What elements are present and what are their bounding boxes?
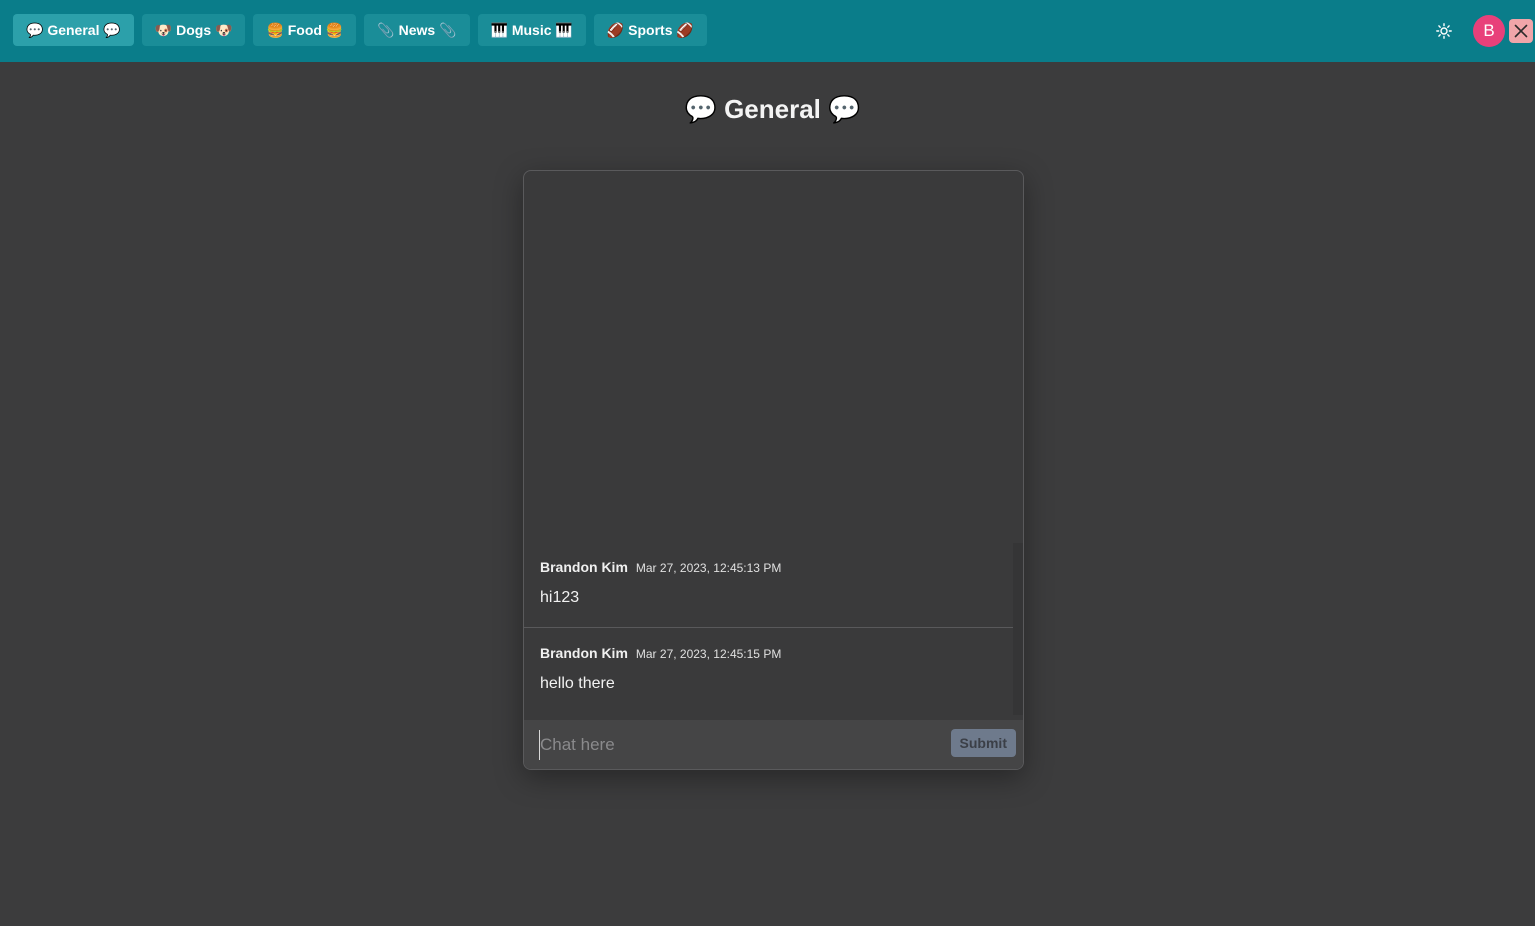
message-author: Brandon Kim bbox=[540, 559, 628, 575]
tab-sports[interactable]: 🏈 Sports 🏈 bbox=[593, 14, 707, 46]
message-timestamp: Mar 27, 2023, 12:45:13 PM bbox=[635, 561, 782, 575]
message-item: Brandon Kim Mar 27, 2023, 12:45:13 PM hi… bbox=[524, 559, 1014, 628]
message-list: Brandon Kim Mar 27, 2023, 12:45:13 PM hi… bbox=[524, 171, 1014, 721]
message-text: hi123 bbox=[540, 589, 580, 606]
sun-icon bbox=[1436, 23, 1452, 39]
chat-panel: Brandon Kim Mar 27, 2023, 12:45:13 PM hi… bbox=[523, 170, 1024, 770]
room-title: 💬 General 💬 bbox=[684, 94, 861, 124]
tab-dogs[interactable]: 🐶 Dogs 🐶 bbox=[141, 14, 246, 46]
close-icon bbox=[1514, 24, 1528, 38]
tab-general[interactable]: 💬 General 💬 bbox=[13, 14, 134, 46]
theme-toggle-button[interactable] bbox=[1432, 19, 1456, 43]
message-text: hello there bbox=[540, 675, 615, 692]
message-timestamp: Mar 27, 2023, 12:45:15 PM bbox=[635, 647, 782, 661]
message-header: Brandon Kim Mar 27, 2023, 12:45:15 PM bbox=[540, 645, 1014, 661]
header-actions: B bbox=[1432, 0, 1535, 62]
chat-composer: Submit bbox=[524, 720, 1023, 769]
submit-button[interactable]: Submit bbox=[950, 728, 1016, 757]
top-navigation-bar: 💬 General 💬 🐶 Dogs 🐶 🍔 Food 🍔 📎 News 📎 🎹… bbox=[0, 0, 1535, 62]
chat-input[interactable] bbox=[539, 729, 943, 760]
message-author: Brandon Kim bbox=[540, 645, 628, 661]
channel-tabs: 💬 General 💬 🐶 Dogs 🐶 🍔 Food 🍔 📎 News 📎 🎹… bbox=[13, 14, 707, 46]
tab-music[interactable]: 🎹 Music 🎹 bbox=[477, 14, 586, 46]
message-scrollbar[interactable] bbox=[1013, 543, 1023, 715]
tab-news[interactable]: 📎 News 📎 bbox=[364, 14, 470, 46]
message-item: Brandon Kim Mar 27, 2023, 12:45:15 PM he… bbox=[524, 645, 1014, 715]
close-button[interactable] bbox=[1509, 19, 1533, 43]
tab-food[interactable]: 🍔 Food 🍔 bbox=[253, 14, 357, 46]
user-avatar[interactable]: B bbox=[1473, 15, 1505, 47]
message-header: Brandon Kim Mar 27, 2023, 12:45:13 PM bbox=[540, 559, 1014, 575]
